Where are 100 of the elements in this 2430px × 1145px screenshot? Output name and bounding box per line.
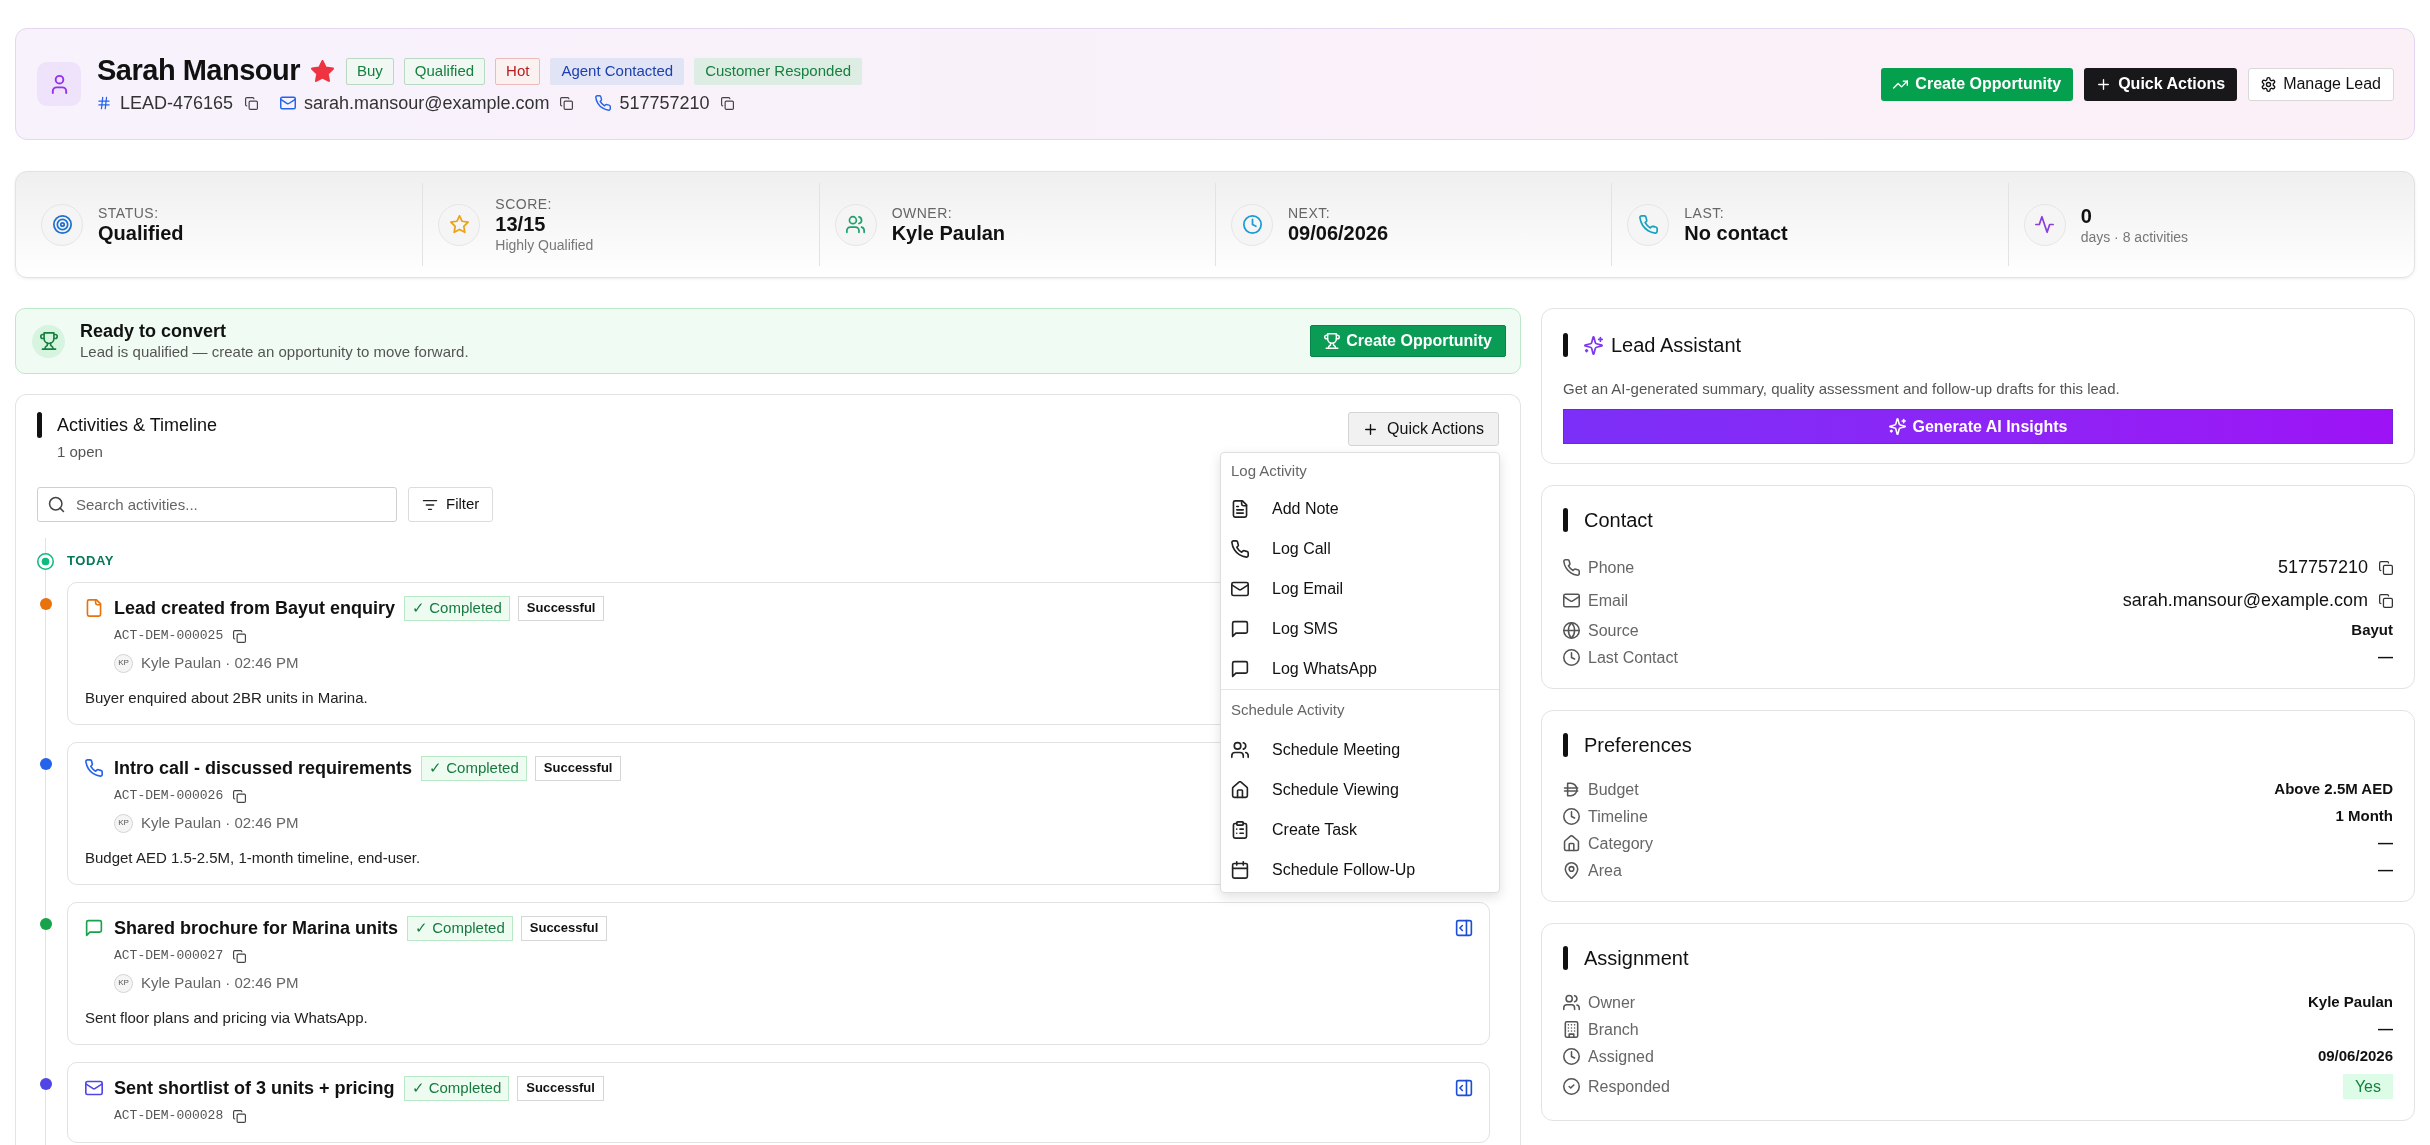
building-icon bbox=[1563, 1021, 1580, 1038]
assistant-description: Get an AI-generated summary, quality assessment and follow-up drafts for this lead. bbox=[1563, 379, 2121, 399]
tag: Agent Contacted bbox=[550, 57, 685, 85]
activity-ref: ACT-DEM-000028 bbox=[114, 1107, 224, 1126]
stat-value: 13/15 bbox=[495, 211, 547, 236]
field-label: Phone bbox=[1588, 557, 1635, 578]
mail-icon bbox=[1563, 592, 1580, 609]
activity-ref: ACT-DEM-000027 bbox=[114, 947, 224, 966]
chat-bubble-icon bbox=[1231, 660, 1249, 678]
stat-label: OWNER: bbox=[891, 204, 954, 221]
search-field[interactable]: Search activities... bbox=[37, 487, 397, 522]
copy-icon[interactable] bbox=[2379, 593, 2393, 608]
copy-icon[interactable] bbox=[245, 96, 259, 110]
copy-icon[interactable] bbox=[560, 96, 574, 110]
activity-byline: Kyle Paulan · 02:46 PM bbox=[141, 972, 299, 993]
mail-icon bbox=[85, 1079, 103, 1097]
field-value: Above 2.5M AED bbox=[2274, 779, 2393, 800]
field-label: Category bbox=[1588, 833, 1653, 854]
status-badge: Yes bbox=[2342, 1074, 2393, 1099]
menu-item[interactable]: Log WhatsApp bbox=[1221, 649, 1499, 689]
sparkles-icon bbox=[1584, 335, 1603, 355]
quick-actions-button[interactable]: Quick Actions bbox=[2084, 67, 2238, 101]
phone-icon bbox=[1563, 559, 1580, 576]
activity-title: Sent shortlist of 3 units + pricing bbox=[114, 1076, 395, 1100]
house-icon bbox=[1563, 835, 1580, 852]
map-pin-icon bbox=[1563, 862, 1580, 879]
field-label: Timeline bbox=[1588, 806, 1648, 827]
field-value: 517757210 bbox=[2277, 556, 2368, 579]
menu-item[interactable]: Schedule Viewing bbox=[1221, 770, 1499, 810]
menu-item[interactable]: Schedule Meeting bbox=[1221, 730, 1499, 770]
star-icon[interactable] bbox=[311, 59, 334, 83]
field-value: 1 Month bbox=[2335, 806, 2393, 827]
mail-icon bbox=[1231, 580, 1249, 598]
clock-icon bbox=[1563, 649, 1580, 666]
search-icon bbox=[48, 496, 65, 513]
field-value: — bbox=[2378, 860, 2393, 881]
filter-button[interactable]: Filter bbox=[408, 487, 494, 522]
check-circle-icon bbox=[1563, 1078, 1580, 1095]
target-icon bbox=[41, 203, 83, 246]
clock-icon bbox=[1231, 203, 1273, 246]
copy-icon[interactable] bbox=[720, 96, 734, 110]
stat-value: Kyle Paulan bbox=[891, 220, 1006, 245]
mail-icon bbox=[280, 95, 297, 111]
tag: Qualified bbox=[403, 57, 486, 85]
accent-bar bbox=[1563, 946, 1568, 970]
globe-icon bbox=[1563, 622, 1580, 639]
field-label: Last Contact bbox=[1588, 647, 1678, 668]
activity-byline: Kyle Paulan · 02:46 PM bbox=[141, 812, 299, 833]
activity-title: Lead created from Bayut enquiry bbox=[114, 596, 396, 620]
create-opportunity-button[interactable]: Create Opportunity bbox=[1310, 325, 1506, 357]
open-count: 1 open bbox=[57, 442, 104, 462]
side-panel-icon[interactable] bbox=[1455, 919, 1473, 937]
activity-description: Buyer enquired about 2BR units in Marina. bbox=[85, 688, 368, 708]
field-value: — bbox=[2378, 833, 2393, 854]
outcome-badge: Successful bbox=[520, 915, 608, 941]
stat-label: NEXT: bbox=[1288, 204, 1332, 221]
field-value: Bayut bbox=[2351, 620, 2393, 641]
copy-icon[interactable] bbox=[233, 789, 247, 803]
copy-icon[interactable] bbox=[233, 1109, 247, 1123]
stat-label: LAST: bbox=[1684, 204, 1726, 221]
clipboard-icon bbox=[1231, 821, 1249, 839]
menu-item[interactable]: Schedule Follow-Up bbox=[1221, 850, 1499, 890]
plus-icon bbox=[2096, 76, 2112, 92]
accent-bar bbox=[1563, 333, 1568, 357]
chat-bubble-icon bbox=[85, 919, 103, 937]
activity-description: Budget AED 1.5-2.5M, 1-month timeline, end-user. bbox=[85, 848, 421, 868]
status-badge: ✓ Completed bbox=[407, 915, 513, 941]
side-panel-icon[interactable] bbox=[1455, 1079, 1473, 1097]
panel-title: Activities & Timeline bbox=[57, 413, 218, 437]
field-value: — bbox=[2378, 1019, 2393, 1040]
card-title: Contact bbox=[1584, 508, 1653, 533]
quick-actions-button[interactable]: Quick Actions bbox=[1348, 412, 1499, 446]
menu-item[interactable]: Log SMS bbox=[1221, 609, 1499, 649]
card-title: Preferences bbox=[1584, 733, 1692, 758]
users-icon bbox=[1563, 994, 1580, 1011]
tag: Customer Responded bbox=[694, 57, 863, 85]
menu-item[interactable]: Log Email bbox=[1221, 569, 1499, 609]
menu-item[interactable]: Create Task bbox=[1221, 810, 1499, 850]
banner-message: Lead is qualified — create an opportunity to move forward. bbox=[80, 342, 469, 362]
document-icon bbox=[1231, 500, 1249, 518]
menu-item[interactable]: Log Call bbox=[1221, 529, 1499, 569]
trophy-icon bbox=[32, 324, 65, 358]
card-title: Assignment bbox=[1584, 946, 1689, 971]
stat-note: Highly Qualified bbox=[495, 235, 594, 254]
clock-icon bbox=[1563, 1048, 1580, 1065]
copy-icon[interactable] bbox=[233, 629, 247, 643]
menu-item[interactable]: Add Note bbox=[1221, 489, 1499, 529]
generate-insights-button[interactable]: Generate AI Insights bbox=[1563, 409, 2393, 444]
avatar-initials: KP bbox=[114, 653, 133, 673]
lead-name: Sarah Mansour bbox=[97, 53, 300, 89]
group-label: TODAY bbox=[67, 552, 115, 571]
manage-lead-button[interactable]: Manage Lead bbox=[2248, 67, 2394, 101]
field-label: Assigned bbox=[1588, 1046, 1654, 1067]
tag: Buy bbox=[346, 57, 394, 85]
copy-icon[interactable] bbox=[2379, 560, 2393, 575]
field-label: Owner bbox=[1588, 992, 1636, 1013]
field-value: 09/06/2026 bbox=[2317, 1046, 2393, 1067]
card-title: Lead Assistant bbox=[1611, 333, 1742, 358]
stat-value: Qualified bbox=[98, 220, 184, 245]
copy-icon[interactable] bbox=[233, 949, 247, 963]
